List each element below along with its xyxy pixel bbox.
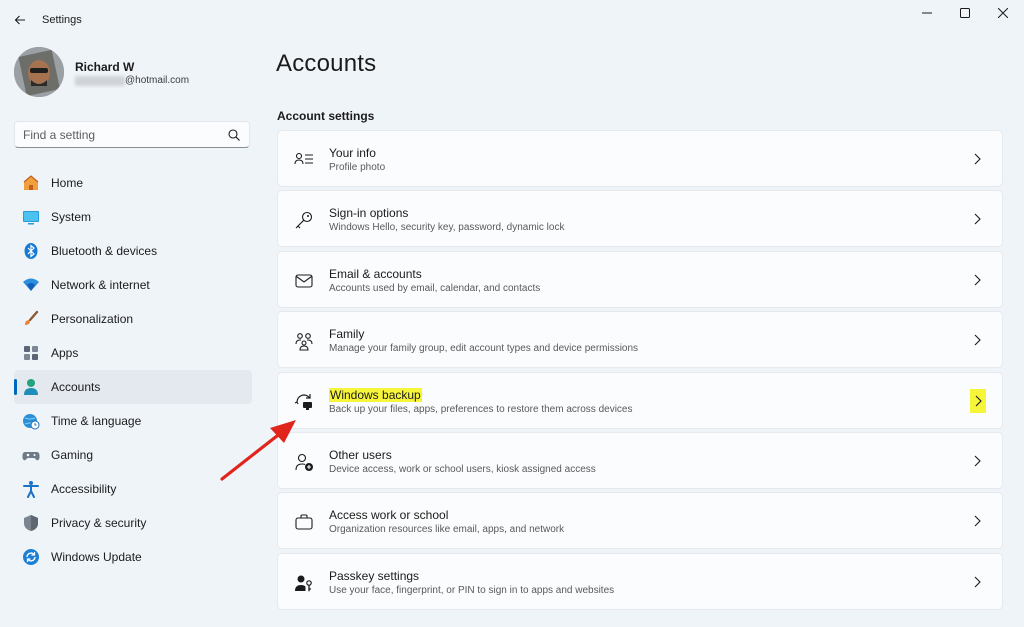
sidebar-item-label: Home <box>51 176 84 190</box>
card-title: Your info <box>329 146 376 160</box>
briefcase-icon <box>293 511 315 533</box>
search-input[interactable] <box>15 122 215 147</box>
card-title: Other users <box>329 447 392 462</box>
card-sign-in-options[interactable]: Sign-in options Windows Hello, security … <box>277 190 1003 248</box>
close-icon <box>998 8 1008 18</box>
user-name: Richard W <box>75 60 135 74</box>
sidebar-item-label: Bluetooth & devices <box>51 244 158 258</box>
sidebar-item-label: System <box>51 210 92 224</box>
sidebar-item-system[interactable]: System <box>14 200 252 234</box>
email-redaction <box>75 76 125 86</box>
close-button[interactable] <box>984 4 1022 22</box>
sidebar-item-windows-update[interactable]: Windows Update <box>14 540 252 574</box>
person-add-icon <box>293 451 315 473</box>
page-title: Accounts <box>276 50 377 77</box>
sidebar-item-network[interactable]: Network & internet <box>14 268 252 302</box>
card-your-info[interactable]: Your info Profile photo <box>277 130 1003 187</box>
sidebar-item-label: Network & internet <box>51 278 150 292</box>
card-title: Family <box>329 327 365 342</box>
search-box[interactable] <box>14 121 250 148</box>
chevron-right-icon <box>970 388 986 413</box>
card-subtitle: Profile photo <box>329 162 386 173</box>
minimize-icon <box>922 12 932 14</box>
card-access-work-school[interactable]: Access work or school Organization resou… <box>277 492 1003 550</box>
card-subtitle: Manage your family group, edit account t… <box>329 343 639 355</box>
sidebar-item-apps[interactable]: Apps <box>14 336 252 370</box>
sidebar-item-bluetooth[interactable]: Bluetooth & devices <box>14 234 252 268</box>
chevron-right-icon <box>970 151 984 167</box>
update-icon <box>22 548 40 566</box>
sidebar-item-label: Windows Update <box>51 550 142 564</box>
sidebar-item-label: Time & language <box>51 414 142 428</box>
card-email-accounts[interactable]: Email & accounts Accounts used by email,… <box>277 250 1003 308</box>
maximize-icon <box>960 8 970 18</box>
brush-icon <box>22 310 40 328</box>
sidebar-item-label: Accessibility <box>51 482 117 496</box>
card-subtitle: Organization resources like email, apps,… <box>329 524 565 536</box>
accessibility-icon <box>22 480 40 498</box>
person-lines-icon <box>293 149 315 171</box>
backup-icon <box>293 391 315 413</box>
app-title: Settings <box>42 14 82 26</box>
back-arrow-icon <box>14 15 25 25</box>
sidebar-item-home[interactable]: Home <box>14 166 252 200</box>
chevron-right-icon <box>970 453 984 469</box>
sidebar-item-label: Accounts <box>51 380 101 394</box>
sidebar-item-label: Personalization <box>51 312 134 326</box>
mail-icon <box>293 270 315 292</box>
card-title: Access work or school <box>329 508 449 523</box>
shield-icon <box>22 514 40 532</box>
sidebar-item-accounts[interactable]: Accounts <box>14 370 252 404</box>
card-subtitle: Accounts used by email, calendar, and co… <box>329 282 541 294</box>
card-subtitle: Back up your files, apps, preferences to… <box>329 403 633 415</box>
user-email: @hotmail.com <box>125 75 190 86</box>
globe-clock-icon <box>22 412 40 430</box>
chevron-right-icon <box>970 332 984 348</box>
chevron-right-icon <box>970 513 984 529</box>
card-family[interactable]: Family Manage your family group, edit ac… <box>277 311 1003 369</box>
gamepad-icon <box>22 446 40 464</box>
home-icon <box>22 174 40 192</box>
card-subtitle: Windows Hello, security key, password, d… <box>329 222 565 234</box>
monitor-icon <box>22 208 40 226</box>
card-passkey-settings[interactable]: Passkey settings Use your face, fingerpr… <box>277 552 1003 610</box>
maximize-button[interactable] <box>946 4 984 22</box>
card-title: Windows backup <box>329 387 422 402</box>
sidebar-item-personalization[interactable]: Personalization <box>14 302 252 336</box>
card-title: Passkey settings <box>329 568 420 583</box>
bluetooth-icon <box>22 242 40 260</box>
card-subtitle: Device access, work or school users, kio… <box>329 463 596 475</box>
card-windows-backup[interactable]: Windows backup Back up your files, apps,… <box>277 371 1003 429</box>
section-title: Account settings <box>277 109 375 123</box>
key-icon <box>293 209 315 231</box>
profile-photo-icon <box>14 47 64 97</box>
sidebar-item-privacy[interactable]: Privacy & security <box>14 506 252 540</box>
passkey-icon <box>293 572 315 594</box>
apps-icon <box>22 344 40 362</box>
chevron-right-icon <box>970 574 984 590</box>
card-title: Email & accounts <box>329 266 422 281</box>
sidebar-item-label: Apps <box>51 346 79 360</box>
account-settings-list: Your info Profile photo Sign-in options … <box>277 130 1003 613</box>
sidebar-item-label: Privacy & security <box>51 516 147 530</box>
person-icon <box>22 378 40 396</box>
card-other-users[interactable]: Other users Device access, work or schoo… <box>277 431 1003 489</box>
search-icon[interactable] <box>227 128 241 142</box>
wifi-icon <box>22 276 40 294</box>
card-subtitle: Use your face, fingerprint, or PIN to si… <box>329 584 615 596</box>
sidebar-item-time-language[interactable]: Time & language <box>14 404 252 438</box>
title-bar: Settings <box>0 0 1024 40</box>
chevron-right-icon <box>970 211 984 227</box>
sidebar-item-accessibility[interactable]: Accessibility <box>14 472 252 506</box>
family-icon <box>293 330 315 352</box>
sidebar-nav: Home System Bluetooth & devices Network … <box>14 166 252 574</box>
card-title: Sign-in options <box>329 206 409 221</box>
back-button[interactable] <box>10 10 30 30</box>
chevron-right-icon <box>970 272 984 288</box>
minimize-button[interactable] <box>908 4 946 22</box>
sidebar-item-label: Gaming <box>51 448 94 462</box>
avatar[interactable] <box>14 47 64 97</box>
sidebar-item-gaming[interactable]: Gaming <box>14 438 252 472</box>
